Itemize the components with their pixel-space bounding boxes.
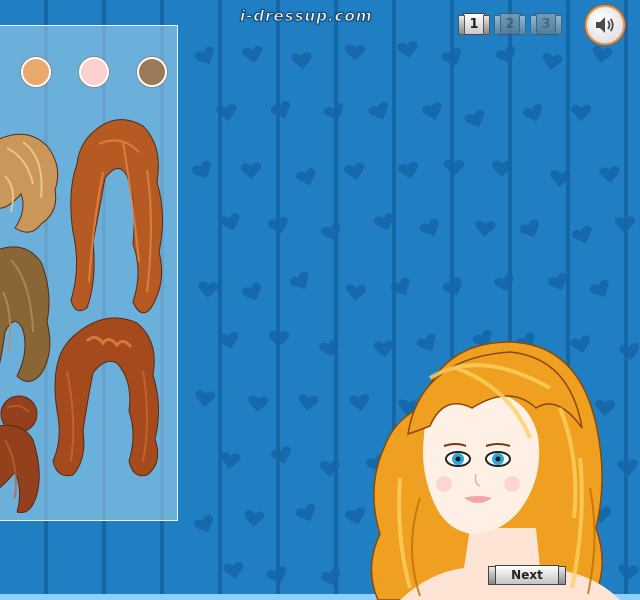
background-heart-icon bbox=[570, 104, 592, 121]
background-heart-icon bbox=[193, 514, 213, 532]
background-heart-icon bbox=[242, 282, 262, 300]
page-button-1[interactable]: 1 bbox=[458, 13, 490, 35]
background-heart-icon bbox=[270, 100, 290, 119]
next-button[interactable]: Next bbox=[488, 565, 566, 585]
background-heart-icon bbox=[442, 277, 462, 295]
color-swatch-pink[interactable] bbox=[79, 57, 109, 87]
background-heart-icon bbox=[492, 160, 513, 177]
background-heart-icon bbox=[421, 102, 442, 120]
background-heart-icon bbox=[271, 446, 291, 464]
background-heart-icon bbox=[241, 162, 262, 179]
background-heart-icon bbox=[542, 53, 563, 71]
background-heart-icon bbox=[216, 103, 237, 121]
hair-option-straight-brown[interactable] bbox=[0, 242, 53, 388]
background-heart-icon bbox=[419, 218, 439, 237]
sound-toggle-button[interactable] bbox=[585, 5, 625, 45]
background-heart-icon bbox=[522, 103, 543, 122]
background-heart-icon bbox=[269, 330, 290, 348]
background-heart-icon bbox=[442, 48, 462, 66]
next-button-label: Next bbox=[495, 565, 559, 585]
background-heart-icon bbox=[464, 110, 485, 128]
hair-option-braided[interactable] bbox=[47, 311, 165, 479]
background-heart-icon bbox=[592, 46, 613, 64]
background-heart-icon bbox=[373, 213, 394, 231]
button-cap bbox=[483, 15, 490, 35]
game-stage: i-dressup.com 1 2 3 Next bbox=[0, 0, 640, 600]
background-heart-icon bbox=[323, 103, 344, 121]
character-avatar bbox=[370, 341, 620, 600]
site-logo[interactable]: i-dressup.com bbox=[239, 7, 372, 26]
background-heart-icon bbox=[547, 272, 567, 291]
background-heart-icon bbox=[599, 166, 620, 184]
background-heart-icon bbox=[396, 40, 417, 58]
background-heart-icon bbox=[289, 271, 309, 290]
background-heart-icon bbox=[195, 389, 216, 407]
background-heart-icon bbox=[475, 220, 496, 238]
hair-option-wavy-bangs[interactable] bbox=[63, 112, 169, 320]
background-heart-icon bbox=[242, 46, 263, 64]
background-heart-icon bbox=[345, 44, 366, 61]
button-cap bbox=[555, 15, 562, 35]
hair-option-bun[interactable] bbox=[0, 394, 43, 520]
background-heart-icon bbox=[495, 45, 515, 64]
background-heart-icon bbox=[295, 504, 315, 522]
background-heart-icon bbox=[298, 394, 319, 412]
button-cap bbox=[494, 15, 501, 35]
background-heart-icon bbox=[222, 562, 243, 580]
button-cap bbox=[458, 15, 465, 35]
page-selector: 1 2 3 bbox=[458, 13, 562, 35]
button-cap bbox=[530, 15, 537, 35]
page-number: 2 bbox=[499, 13, 521, 35]
background-heart-icon bbox=[344, 162, 365, 180]
color-swatch-tan[interactable] bbox=[21, 57, 51, 87]
background-heart-icon bbox=[369, 101, 389, 119]
background-heart-icon bbox=[346, 284, 367, 301]
page-number: 3 bbox=[535, 13, 557, 35]
background-heart-icon bbox=[291, 52, 312, 70]
background-heart-icon bbox=[614, 216, 636, 234]
background-heart-icon bbox=[220, 452, 241, 470]
hair-selection-panel bbox=[0, 25, 178, 521]
page-button-2[interactable]: 2 bbox=[494, 13, 526, 35]
background-heart-icon bbox=[244, 510, 265, 527]
background-heart-icon bbox=[198, 281, 219, 299]
background-heart-icon bbox=[318, 339, 339, 358]
button-cap bbox=[519, 15, 526, 35]
background-heart-icon bbox=[218, 331, 239, 349]
background-heart-icon bbox=[320, 223, 341, 241]
background-heart-icon bbox=[219, 213, 240, 231]
background-heart-icon bbox=[319, 460, 340, 477]
button-cap bbox=[488, 566, 496, 585]
page-button-3[interactable]: 3 bbox=[530, 13, 562, 35]
background-heart-icon bbox=[550, 169, 571, 187]
background-heart-icon bbox=[391, 277, 410, 295]
speaker-icon bbox=[596, 17, 614, 33]
background-heart-icon bbox=[191, 161, 211, 179]
hair-option-curly-blonde[interactable] bbox=[0, 128, 63, 238]
background-heart-icon bbox=[571, 225, 592, 244]
background-heart-icon bbox=[443, 160, 464, 177]
background-heart-icon bbox=[493, 274, 514, 292]
button-cap bbox=[558, 566, 566, 585]
background-heart-icon bbox=[398, 161, 419, 180]
background-heart-icon bbox=[589, 279, 609, 297]
page-number: 1 bbox=[463, 13, 485, 35]
background-heart-icon bbox=[519, 219, 539, 237]
background-heart-icon bbox=[321, 567, 341, 586]
background-heart-icon bbox=[194, 46, 214, 65]
background-heart-icon bbox=[267, 216, 288, 234]
color-swatch-brown[interactable] bbox=[137, 57, 167, 87]
background-heart-icon bbox=[296, 168, 317, 187]
background-heart-icon bbox=[266, 565, 287, 584]
background-heart-icon bbox=[248, 395, 269, 412]
